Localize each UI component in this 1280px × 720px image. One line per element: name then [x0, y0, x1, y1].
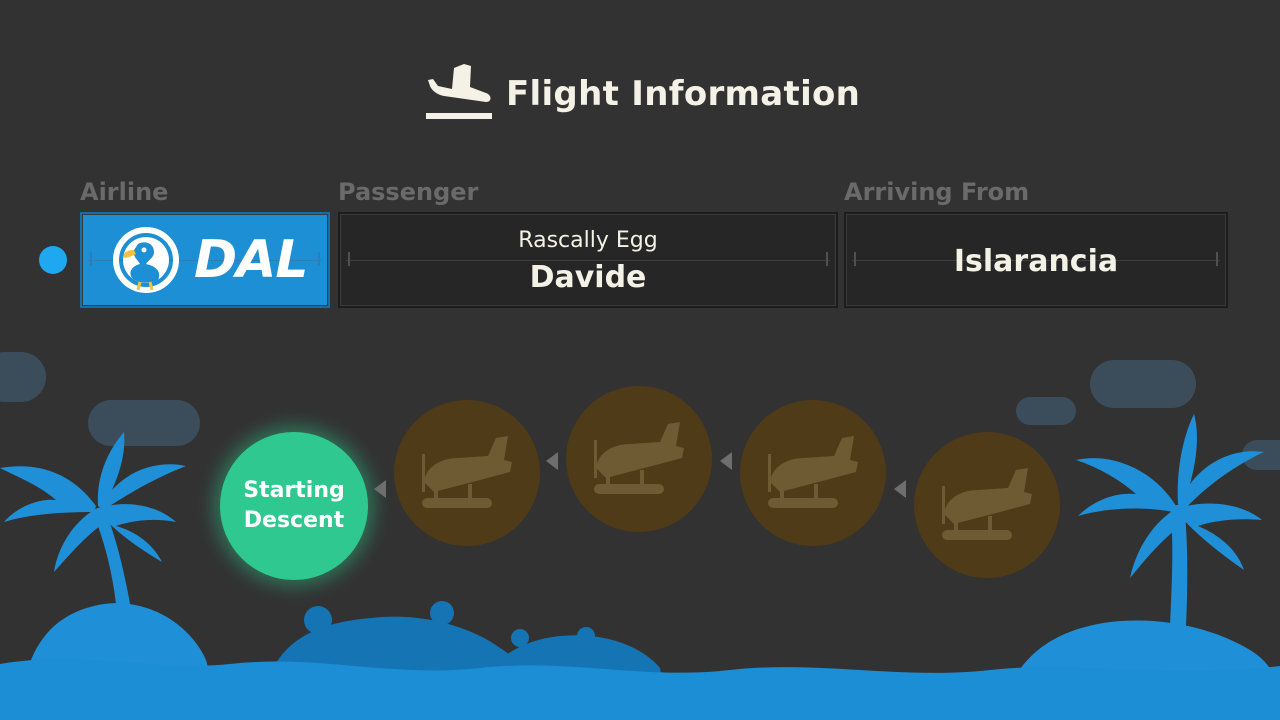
- arriving-from-value: Islarancia: [953, 244, 1119, 279]
- passenger-name: Davide: [529, 260, 647, 295]
- airline-label: Airline: [80, 178, 169, 206]
- progress-arrow-icon: [720, 452, 732, 470]
- arriving-from-board: Islarancia: [844, 212, 1228, 308]
- stage-pending: [740, 400, 886, 546]
- arriving-from-label: Arriving From: [844, 178, 1030, 206]
- progress-arrow-icon: [546, 452, 558, 470]
- stage-pending: [914, 432, 1060, 578]
- stage-starting-descent: Starting Descent: [220, 432, 368, 580]
- page-title: Flight Information: [506, 74, 861, 114]
- passenger-label: Passenger: [338, 178, 479, 206]
- progress-arrow-icon: [894, 480, 906, 498]
- passenger-title: Rascally Egg: [518, 228, 658, 253]
- progress-arrow-icon: [374, 480, 386, 498]
- seaplane-icon: [422, 436, 512, 508]
- seaplane-icon: [942, 468, 1032, 540]
- stage-pending: [394, 400, 540, 546]
- plane-landing-icon: [426, 64, 492, 119]
- stage-pending: [566, 386, 712, 532]
- seaplane-icon: [594, 422, 684, 494]
- dal-logo-text: DAL: [194, 230, 309, 290]
- status-indicator: [39, 246, 67, 274]
- airline-board: DAL: [80, 212, 330, 308]
- seaplane-icon: [768, 436, 858, 508]
- stage-current-label: Starting Descent: [243, 478, 345, 533]
- passenger-board: Rascally Egg Davide: [338, 212, 838, 308]
